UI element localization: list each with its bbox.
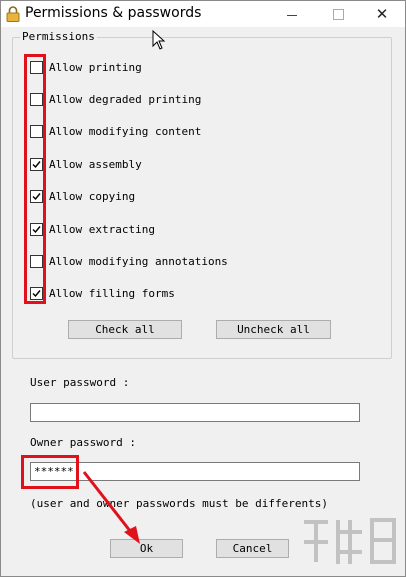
uncheck-all-label: Uncheck all <box>237 323 310 336</box>
maximize-button[interactable] <box>315 1 361 27</box>
permission-item[interactable]: Allow degraded printing <box>30 90 201 108</box>
permission-label: Allow filling forms <box>49 287 175 301</box>
check-all-button[interactable]: Check all <box>68 320 182 339</box>
title-bar[interactable]: Permissions & passwords ✕ <box>1 1 405 27</box>
close-button[interactable]: ✕ <box>359 1 405 27</box>
check-all-label: Check all <box>95 323 155 336</box>
minimize-button[interactable] <box>269 1 315 27</box>
permission-item[interactable]: Allow printing <box>30 58 142 76</box>
maximize-icon <box>332 8 344 20</box>
arrow-annotation-icon <box>82 471 140 544</box>
user-password-field[interactable] <box>30 403 360 422</box>
uncheck-all-button[interactable]: Uncheck all <box>216 320 331 339</box>
permission-label: Allow assembly <box>49 157 142 171</box>
permission-item[interactable]: Allow modifying content <box>30 123 201 141</box>
permission-label: Allow copying <box>49 190 136 204</box>
watermark-logo <box>304 518 396 564</box>
cancel-label: Cancel <box>232 542 273 555</box>
owner-password-highlight <box>21 455 79 489</box>
permission-label: Allow printing <box>49 60 142 74</box>
lock-icon <box>6 6 20 22</box>
permission-item[interactable]: Allow modifying annotations <box>30 252 228 270</box>
permission-label: Allow modifying content <box>49 125 202 139</box>
owner-password-label: Owner password : <box>30 436 136 449</box>
permission-label: Allow degraded printing <box>49 92 202 106</box>
mouse-cursor-icon <box>152 30 166 50</box>
permission-item[interactable]: Allow extracting <box>30 220 155 238</box>
minimize-icon <box>287 14 297 16</box>
permission-label: Allow extracting <box>49 222 155 236</box>
cancel-button[interactable]: Cancel <box>216 539 289 558</box>
close-icon: ✕ <box>375 5 389 23</box>
user-password-label: User password : <box>30 376 130 389</box>
permission-label: Allow modifying annotations <box>49 254 228 268</box>
window-title: Permissions & passwords <box>25 5 202 21</box>
permission-item[interactable]: Allow assembly <box>30 155 142 173</box>
permission-item[interactable]: Allow filling forms <box>30 285 175 303</box>
checkbox-highlight <box>24 54 46 304</box>
permissions-legend: Permissions <box>20 30 97 43</box>
password-note: (user and owner passwords must be differ… <box>30 497 329 510</box>
